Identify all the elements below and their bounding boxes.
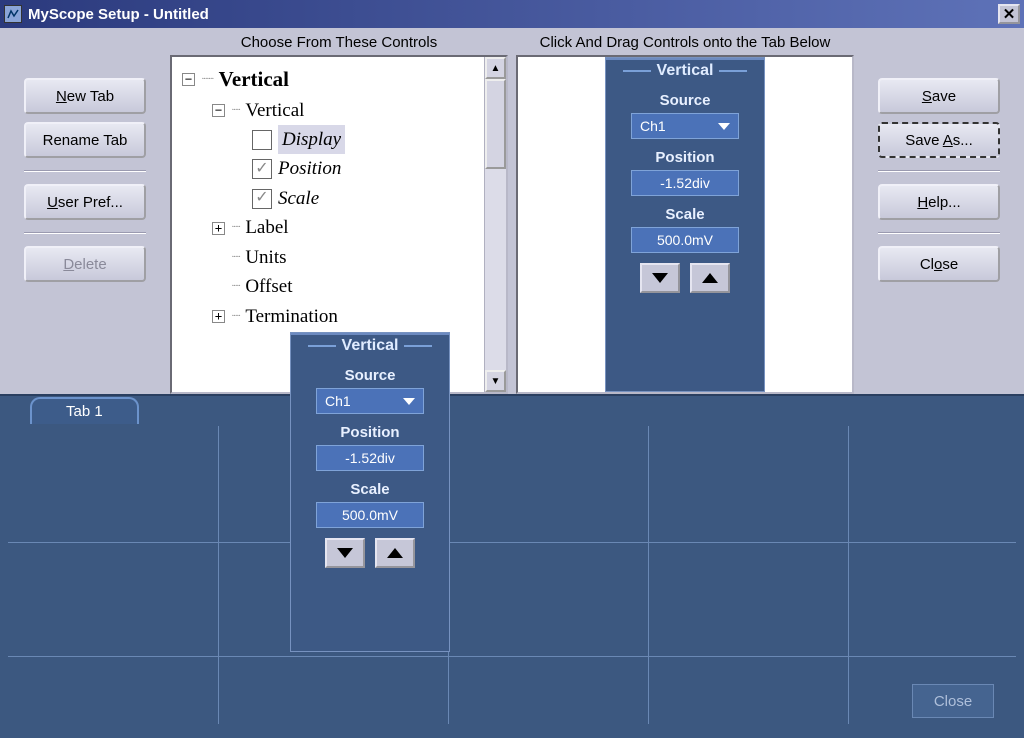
right-button-column: Save Save As... Help... Close <box>854 28 1024 394</box>
preview-column: Click And Drag Controls onto the Tab Bel… <box>516 28 854 394</box>
tree-header-label: Choose From These Controls <box>170 28 508 55</box>
scale-label: Scale <box>665 206 704 223</box>
expand-icon[interactable]: + <box>212 222 225 235</box>
panel-title: Vertical <box>291 333 449 357</box>
close-button[interactable]: Close <box>878 246 1000 282</box>
main-area: New Tab Rename Tab User Pref... Delete C… <box>0 28 1024 394</box>
tab-drop-grid[interactable] <box>8 424 1016 724</box>
scroll-track[interactable] <box>485 169 506 370</box>
chevron-down-icon <box>718 123 730 130</box>
separator <box>24 170 146 172</box>
drop-preview-area[interactable]: Vertical Source Ch1 Position -1.52div Sc… <box>516 55 854 394</box>
checkbox-unchecked-icon[interactable] <box>252 130 272 150</box>
rename-tab-button[interactable]: Rename Tab <box>24 122 146 158</box>
triangle-down-icon <box>337 548 353 558</box>
source-label: Source <box>660 92 711 109</box>
left-button-column: New Tab Rename Tab User Pref... Delete <box>0 28 170 394</box>
separator <box>878 170 1000 172</box>
tree-scrollbar[interactable]: ▲ ▼ <box>484 57 506 392</box>
tab-workspace: Tab 1 Close <box>0 394 1024 738</box>
tree-node-termination[interactable]: + ····· Termination <box>212 302 482 331</box>
workspace-close-button[interactable]: Close <box>912 684 994 718</box>
tree-root-vertical[interactable]: − ······· Vertical <box>182 63 482 96</box>
center-columns: Choose From These Controls − ······· Ver… <box>170 28 854 394</box>
new-tab-button[interactable]: New Tab <box>24 78 146 114</box>
vertical-control-panel[interactable]: Vertical Source Ch1 Position -1.52div Sc… <box>605 57 765 392</box>
position-value[interactable]: -1.52div <box>631 170 739 196</box>
dragging-control-panel[interactable]: Vertical Source Ch1 Position -1.52div Sc… <box>290 332 450 652</box>
save-as-button[interactable]: Save As... <box>878 122 1000 158</box>
decrease-button[interactable] <box>325 538 365 568</box>
user-pref-button[interactable]: User Pref... <box>24 184 146 220</box>
increase-button[interactable] <box>375 538 415 568</box>
source-label: Source <box>345 367 396 384</box>
scale-value[interactable]: 500.0mV <box>631 227 739 253</box>
chevron-down-icon <box>403 398 415 405</box>
app-icon <box>4 5 22 23</box>
window-title: MyScope Setup - Untitled <box>28 6 998 23</box>
panel-title: Vertical <box>606 58 764 82</box>
tree-node-scale[interactable]: ✓ Scale <box>252 184 482 213</box>
tree-node-display[interactable]: Display <box>252 125 482 154</box>
scale-label: Scale <box>350 481 389 498</box>
checkbox-checked-icon[interactable]: ✓ <box>252 189 272 209</box>
tree-node-label[interactable]: + ····· Label <box>212 213 482 242</box>
tree-node-vertical[interactable]: − ····· Vertical <box>212 96 482 125</box>
separator <box>878 232 1000 234</box>
help-button[interactable]: Help... <box>878 184 1000 220</box>
scroll-down-button[interactable]: ▼ <box>485 370 506 392</box>
position-label: Position <box>655 149 714 166</box>
position-label: Position <box>340 424 399 441</box>
expand-icon[interactable]: + <box>212 310 225 323</box>
collapse-icon[interactable]: − <box>182 73 195 86</box>
delete-button[interactable]: Delete <box>24 246 146 282</box>
increase-button[interactable] <box>690 263 730 293</box>
scroll-thumb[interactable] <box>485 79 506 169</box>
collapse-icon[interactable]: − <box>212 104 225 117</box>
triangle-down-icon <box>652 273 668 283</box>
tree-node-position[interactable]: ✓ Position <box>252 154 482 183</box>
separator <box>24 232 146 234</box>
triangle-up-icon <box>387 548 403 558</box>
decrease-button[interactable] <box>640 263 680 293</box>
source-dropdown[interactable]: Ch1 <box>631 113 739 139</box>
title-bar: MyScope Setup - Untitled ✕ <box>0 0 1024 28</box>
tab-strip: Tab 1 <box>0 396 1024 424</box>
save-button[interactable]: Save <box>878 78 1000 114</box>
triangle-up-icon <box>702 273 718 283</box>
checkbox-checked-icon[interactable]: ✓ <box>252 159 272 179</box>
source-dropdown[interactable]: Ch1 <box>316 388 424 414</box>
scale-value[interactable]: 500.0mV <box>316 502 424 528</box>
tree-node-offset[interactable]: ····· Offset <box>212 272 482 301</box>
tree-node-units[interactable]: ····· Units <box>212 243 482 272</box>
tab-1[interactable]: Tab 1 <box>30 397 139 424</box>
position-value[interactable]: -1.52div <box>316 445 424 471</box>
scroll-up-button[interactable]: ▲ <box>485 57 506 79</box>
preview-header-label: Click And Drag Controls onto the Tab Bel… <box>516 28 854 55</box>
window-close-button[interactable]: ✕ <box>998 4 1020 24</box>
